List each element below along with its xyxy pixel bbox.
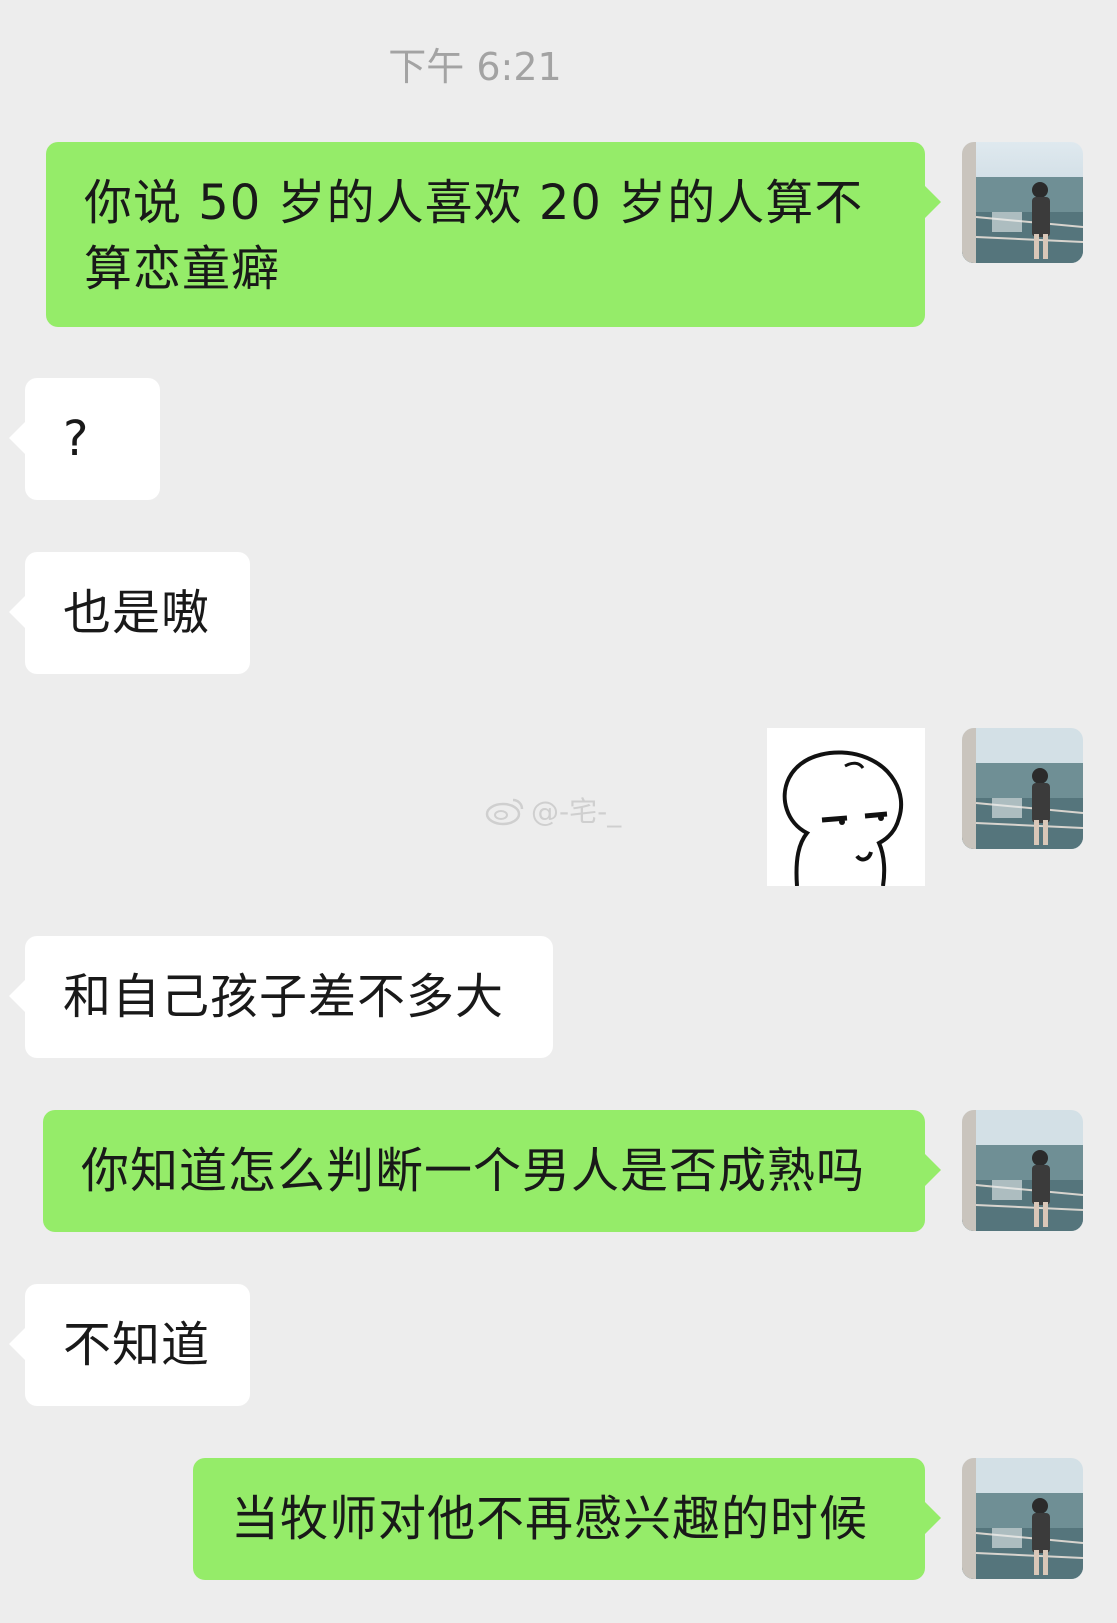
message-text: 你知道怎么判断一个男人是否成熟吗: [81, 1143, 866, 1199]
watermark-text: @-宅-_: [531, 795, 622, 828]
message-text: ?: [63, 411, 90, 467]
message-text: 和自己孩子差不多大: [63, 969, 505, 1025]
message-bubble-outgoing[interactable]: 你知道怎么判断一个男人是否成熟吗: [43, 1110, 941, 1232]
avatar[interactable]: [962, 1110, 1083, 1231]
message-bubble-incoming[interactable]: 不知道: [9, 1284, 250, 1406]
message-text: 不知道: [63, 1317, 211, 1373]
avatar[interactable]: [962, 728, 1083, 849]
smirk-face-sticker-icon: [767, 728, 925, 886]
watermark: @-宅-_: [485, 790, 621, 830]
weibo-icon: [485, 798, 524, 826]
sticker-message[interactable]: [767, 728, 925, 886]
avatar[interactable]: [962, 1458, 1083, 1579]
avatar-seaside-photo-icon: [962, 1458, 1083, 1579]
avatar-seaside-photo-icon: [962, 728, 1083, 849]
avatar-seaside-photo-icon: [962, 1110, 1083, 1231]
message-bubble-outgoing[interactable]: 当牧师对他不再感兴趣的时候: [193, 1458, 941, 1580]
message-text: 当牧师对他不再感兴趣的时候: [231, 1491, 869, 1547]
chat-timestamp: 下午 6:21: [388, 45, 562, 89]
avatar-seaside-photo-icon: [962, 142, 1083, 263]
message-bubble-outgoing[interactable]: 你说 50 岁的人喜欢 20 岁的人算不算恋童癖: [46, 142, 941, 327]
avatar[interactable]: [962, 142, 1083, 263]
message-bubble-incoming[interactable]: 和自己孩子差不多大: [9, 936, 553, 1058]
message-text: 你说 50 岁的人喜欢 20 岁的人算不算恋童癖: [84, 175, 864, 297]
message-bubble-incoming[interactable]: 也是嗷: [9, 552, 250, 674]
message-text: 也是嗷: [63, 585, 211, 641]
message-bubble-incoming[interactable]: ?: [9, 378, 160, 500]
